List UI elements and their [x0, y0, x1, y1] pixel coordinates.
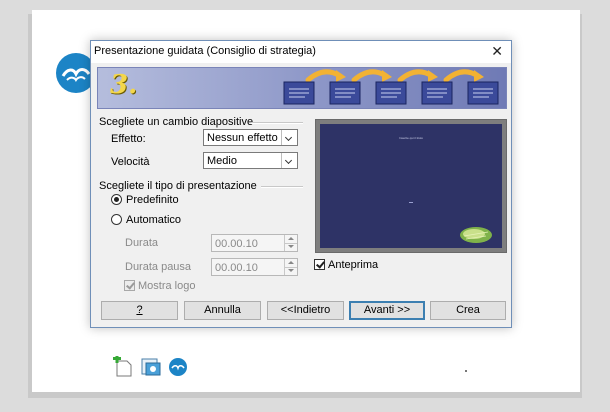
- preview-checkbox[interactable]: [314, 259, 325, 270]
- slide-decoration-graphic: [460, 227, 492, 243]
- page-mark: [465, 370, 467, 372]
- spin-down-icon[interactable]: [284, 267, 297, 275]
- spin-down-icon[interactable]: [284, 243, 297, 251]
- section-divider: [261, 186, 303, 188]
- pause-duration-label: Durata pausa: [125, 261, 192, 273]
- preview-slide: Inserite qui il titolo: [320, 124, 502, 248]
- duration-label: Durata: [125, 237, 159, 249]
- create-button[interactable]: Crea: [430, 301, 506, 320]
- back-button[interactable]: <<Indietro: [267, 301, 344, 320]
- help-button[interactable]: ?: [101, 301, 178, 320]
- radio-automatic-label[interactable]: Automatico: [126, 214, 181, 226]
- radio-automatic[interactable]: [111, 214, 122, 225]
- speed-dropdown[interactable]: Medio: [203, 152, 298, 169]
- slide-preview: Inserite qui il titolo: [315, 119, 507, 253]
- preview-slide-body: [409, 202, 413, 203]
- cancel-button[interactable]: Annulla: [184, 301, 261, 320]
- preview-slide-title: Inserite qui il titolo: [398, 136, 423, 140]
- help-button-label: ?: [136, 304, 143, 316]
- pause-duration-value: 00.00.10: [215, 262, 258, 274]
- impress-small-icon[interactable]: [168, 357, 188, 377]
- pause-duration-spinbox[interactable]: 00.00.10: [211, 258, 298, 276]
- slide-transition-icon[interactable]: [140, 356, 162, 378]
- duration-value: 00.00.10: [215, 238, 258, 250]
- title-bar: Presentazione guidata (Consiglio di stra…: [91, 41, 511, 63]
- next-button[interactable]: Avanti >>: [349, 301, 425, 320]
- show-logo-label: Mostra logo: [138, 280, 196, 292]
- bottom-toolbar: [112, 356, 192, 378]
- section-divider: [251, 122, 303, 124]
- transition-section-title: Scegliete un cambio diapositive: [99, 116, 254, 128]
- close-icon[interactable]: ✕: [491, 43, 503, 59]
- dialog-title: Presentazione guidata (Consiglio di stra…: [94, 45, 316, 57]
- preview-label[interactable]: Anteprima: [328, 259, 378, 271]
- speed-value: Medio: [207, 155, 237, 167]
- effect-dropdown[interactable]: Nessun effetto: [203, 129, 298, 146]
- show-logo-checkbox[interactable]: [124, 280, 135, 291]
- slides-progress-graphic: [283, 69, 499, 105]
- presentation-type-section-title: Scegliete il tipo di presentazione: [99, 180, 257, 192]
- presentation-wizard-dialog: Presentazione guidata (Consiglio di stra…: [90, 40, 512, 328]
- radio-default-label[interactable]: Predefinito: [126, 194, 179, 206]
- chevron-down-icon[interactable]: [281, 153, 297, 168]
- speed-label: Velocità: [111, 156, 150, 168]
- chevron-down-icon[interactable]: [281, 130, 297, 145]
- wizard-banner: 3.: [97, 67, 507, 109]
- radio-default[interactable]: [111, 194, 122, 205]
- effect-label: Effetto:: [111, 133, 146, 145]
- new-page-icon[interactable]: [112, 356, 134, 378]
- duration-spinbox[interactable]: 00.00.10: [211, 234, 298, 252]
- step-number: 3.: [110, 70, 138, 100]
- effect-value: Nessun effetto: [207, 132, 278, 144]
